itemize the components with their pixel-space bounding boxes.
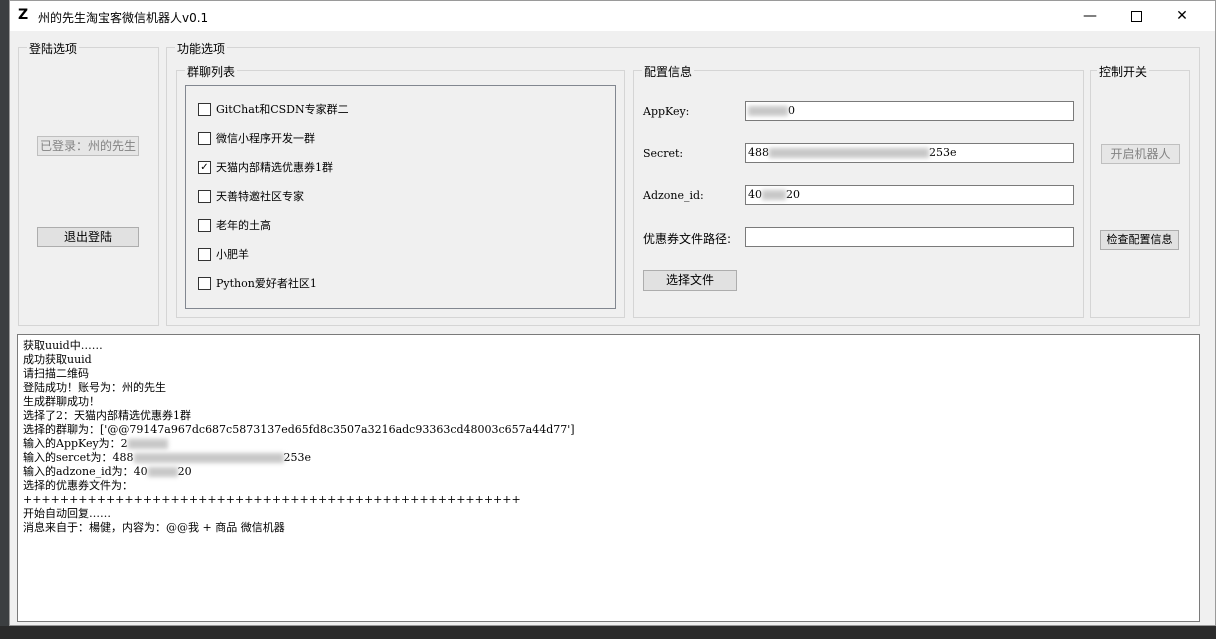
control-group-title: 控制开关 [1097,63,1150,80]
checkbox[interactable] [198,276,211,290]
login-group-title: 登陆选项 [27,40,80,57]
logged-in-button[interactable]: 已登录：州的先生 [37,136,139,156]
log-line: 选择的优惠券文件为： [23,479,133,492]
log-line: ++++++++++++++++++++++++++++++++++++++++… [23,493,521,506]
log-output[interactable]: 获取uuid中…… 成功获取uuid 请扫描二维码 登陆成功！账号为：州的先生 … [17,334,1200,622]
window-title: 州的先生淘宝客微信机器人v0.1 [38,11,209,25]
redacted-text [748,106,788,116]
group-chat-title: 群聊列表 [185,63,238,80]
group-chat-item[interactable]: Python爱好者社区1 [198,276,317,292]
minimize-icon: — [1083,8,1097,24]
secret-label: Secret: [643,147,684,160]
log-line: 输入的sercet为：488 253e [23,451,312,464]
log-line: 输入的adzone_id为：40 20 [23,465,192,478]
close-icon: ✕ [1176,8,1188,24]
log-line: 选择了2：天猫内部精选优惠券1群 [23,409,191,422]
group-chat-item[interactable]: 小肥羊 [198,247,249,263]
log-line: 请扫描二维码 [23,367,89,380]
start-robot-button[interactable]: 开启机器人 [1101,144,1180,164]
appkey-label: AppKey: [643,105,690,118]
logout-button[interactable]: 退出登陆 [37,227,139,247]
app-logo-icon: Z [18,7,29,23]
adzone-label: Adzone_id: [643,189,704,202]
checkbox[interactable] [198,102,211,116]
group-chat-item[interactable]: 老年的土高 [198,218,271,234]
redacted-text [769,148,929,158]
redacted-text [147,467,178,477]
log-line: 生成群聊成功！ [23,395,100,408]
redacted-text [133,453,284,463]
checkbox-checked[interactable]: ✓ [198,160,211,174]
adzone-input[interactable]: 40 20 [745,185,1074,205]
checkbox[interactable] [198,189,211,203]
check-config-button[interactable]: 检查配置信息 [1100,230,1179,250]
choose-file-button[interactable]: 选择文件 [643,270,737,291]
appkey-input[interactable]: 0 [745,101,1074,121]
redacted-text [762,190,786,200]
title-bar[interactable]: Z 州的先生淘宝客微信机器人v0.1 — ✕ [10,1,1215,31]
secret-input[interactable]: 488 253e [745,143,1074,163]
checkbox[interactable] [198,247,211,261]
log-line: 输入的AppKey为：2 [23,437,1194,451]
log-line: 获取uuid中…… [23,339,103,352]
coupon-path-input[interactable] [745,227,1074,247]
features-group-title: 功能选项 [175,40,228,57]
redacted-text [127,439,168,449]
maximize-icon [1130,10,1142,22]
background-editor-bottom [0,626,1216,639]
log-line: 消息来自于：楊健，内容为：@@我 + 商品 微信机器 [23,521,285,534]
log-line: 成功获取uuid [23,353,92,366]
checkbox[interactable] [198,131,211,145]
close-button[interactable]: ✕ [1159,1,1205,31]
config-group-title: 配置信息 [642,63,695,80]
maximize-button[interactable] [1113,1,1159,31]
log-line: 选择的群聊为：['@@79147a967dc687c5873137ed65fd8… [23,423,575,436]
checkbox[interactable] [198,218,211,232]
coupon-path-label: 优惠券文件路径: [643,232,732,246]
log-line: 登陆成功！账号为：州的先生 [23,381,166,394]
group-chat-item[interactable]: 天善特邀社区专家 [198,189,304,205]
group-chat-item[interactable]: ✓ 天猫内部精选优惠券1群 [198,160,333,176]
app-window: Z 州的先生淘宝客微信机器人v0.1 — ✕ 登陆选项 已登录：州的先生 退出登… [9,0,1216,626]
login-group: 登陆选项 [18,40,159,326]
group-chat-item[interactable]: 微信小程序开发一群 [198,131,315,147]
minimize-button[interactable]: — [1067,1,1113,31]
control-group: 控制开关 [1090,63,1190,318]
group-chat-item[interactable]: GitChat和CSDN专家群二 [198,102,349,118]
log-line: 开始自动回复…… [23,507,111,520]
group-chat-list: GitChat和CSDN专家群二 微信小程序开发一群 ✓ 天猫内部精选优惠券1群 … [185,85,616,309]
